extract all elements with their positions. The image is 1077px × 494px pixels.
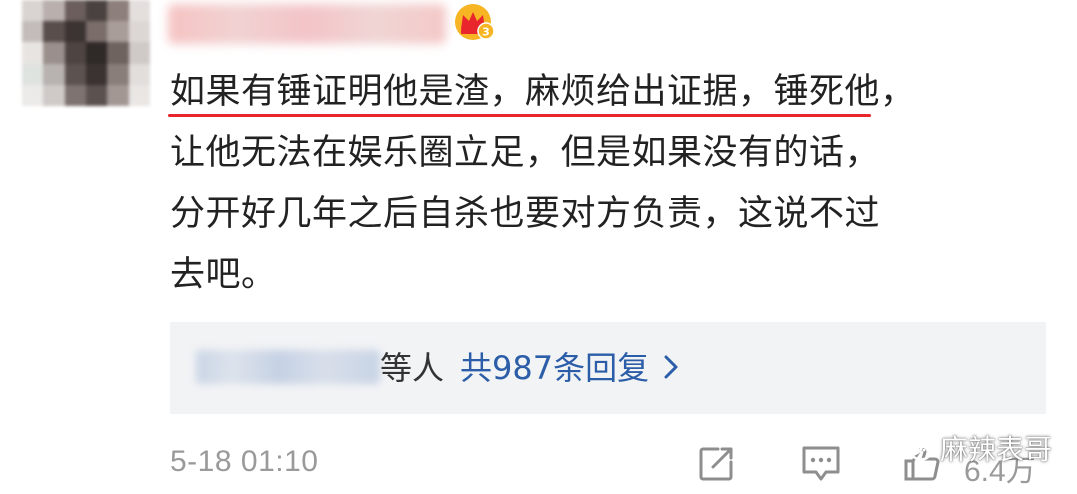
reply-users-blurred — [196, 350, 380, 384]
replies-box[interactable]: 等人 共987条回复 — [170, 322, 1046, 414]
username-blurred[interactable] — [168, 4, 446, 44]
avatar-pixel — [43, 63, 65, 85]
avatar-pixel — [86, 42, 108, 64]
avatar-pixel — [64, 84, 86, 106]
wechat-icon — [896, 433, 933, 461]
avatar-pixel — [64, 63, 86, 85]
avatar-pixel — [86, 84, 108, 106]
watermark-text: 麻辣表哥 — [940, 433, 1053, 466]
comment-line: 去吧。 — [170, 255, 277, 295]
avatar-pixel — [43, 21, 65, 43]
comment-card: 3 如果有锤证明他是渣，麻烦给出证据，锤死他， 让他无法在娱乐圈立足，但是如果没… — [0, 0, 1077, 494]
red-underline-annotation — [168, 114, 871, 117]
avatar-pixel — [86, 63, 108, 85]
avatar-pixel — [64, 0, 86, 22]
avatar-pixel — [22, 0, 44, 22]
timestamp: 5-18 01:10 — [170, 445, 319, 478]
avatar[interactable] — [22, 0, 150, 106]
avatar-pixel — [128, 63, 150, 85]
avatar-pixel — [43, 0, 65, 22]
avatar-pixel — [43, 84, 65, 106]
avatar-pixel — [107, 0, 129, 22]
avatar-pixel — [22, 63, 44, 85]
avatar-pixel — [128, 21, 150, 43]
chevron-right-icon — [664, 355, 678, 379]
reply-count-link[interactable]: 共987条回复 — [460, 349, 649, 387]
avatar-pixel — [22, 21, 44, 43]
watermark: 麻辣表哥 — [896, 428, 1052, 468]
avatar-pixel — [86, 21, 108, 43]
comment-text: 如果有锤证明他是渣，麻烦给出证据，锤死他， 让他无法在娱乐圈立足，但是如果没有的… — [170, 62, 1050, 306]
comment-icon[interactable] — [800, 444, 842, 484]
vip-crown-icon: 3 — [455, 4, 495, 40]
comment-line: 让他无法在娱乐圈立足，但是如果没有的话， — [170, 133, 881, 173]
avatar-pixel — [64, 42, 86, 64]
avatar-pixel — [107, 42, 129, 64]
reply-others-label: 等人 — [380, 349, 445, 387]
vip-level: 3 — [482, 26, 490, 39]
avatar-pixel — [22, 42, 44, 64]
avatar-pixel — [86, 0, 108, 22]
avatar-pixel — [22, 84, 44, 106]
avatar-pixel — [43, 42, 65, 64]
avatar-pixel — [107, 63, 129, 85]
comment-line: 分开好几年之后自杀也要对方负责，这说不过 — [170, 194, 881, 234]
avatar-pixel — [107, 84, 129, 106]
avatar-pixel — [64, 21, 86, 43]
avatar-pixel — [107, 21, 129, 43]
avatar-pixel — [128, 0, 150, 22]
replies-summary[interactable]: 等人 共987条回复 — [380, 348, 679, 388]
avatar-pixel — [128, 42, 150, 64]
share-icon[interactable] — [696, 444, 736, 484]
avatar-pixel — [128, 84, 150, 106]
